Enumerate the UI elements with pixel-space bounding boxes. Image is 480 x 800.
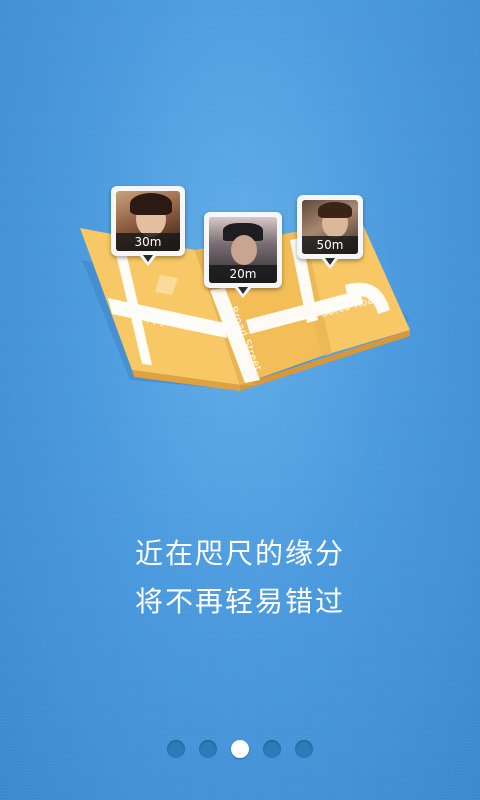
user-pin-2[interactable]: 20m	[204, 212, 282, 298]
page-indicator	[0, 740, 480, 760]
page-dot-5[interactable]	[295, 740, 313, 758]
distance-label: 30m	[116, 233, 180, 251]
slogan-line-2: 将不再轻易错过	[134, 585, 345, 618]
page-dot-3-active[interactable]	[231, 740, 249, 758]
distance-label: 20m	[209, 265, 277, 283]
page-dot-4[interactable]	[263, 740, 281, 758]
pin-pointer-inner	[143, 255, 153, 262]
slogan-line-1: 近在咫尺的缘分	[134, 537, 345, 570]
user-pin-3[interactable]: 50m	[297, 195, 363, 269]
pin-pointer-inner	[238, 287, 248, 294]
user-pin-1[interactable]: 30m	[111, 186, 185, 266]
page-dot-1[interactable]	[167, 740, 185, 758]
background-texture	[0, 0, 480, 800]
page-dot-2[interactable]	[199, 740, 217, 758]
pin-pointer-inner	[325, 258, 335, 265]
distance-label: 50m	[302, 236, 358, 254]
